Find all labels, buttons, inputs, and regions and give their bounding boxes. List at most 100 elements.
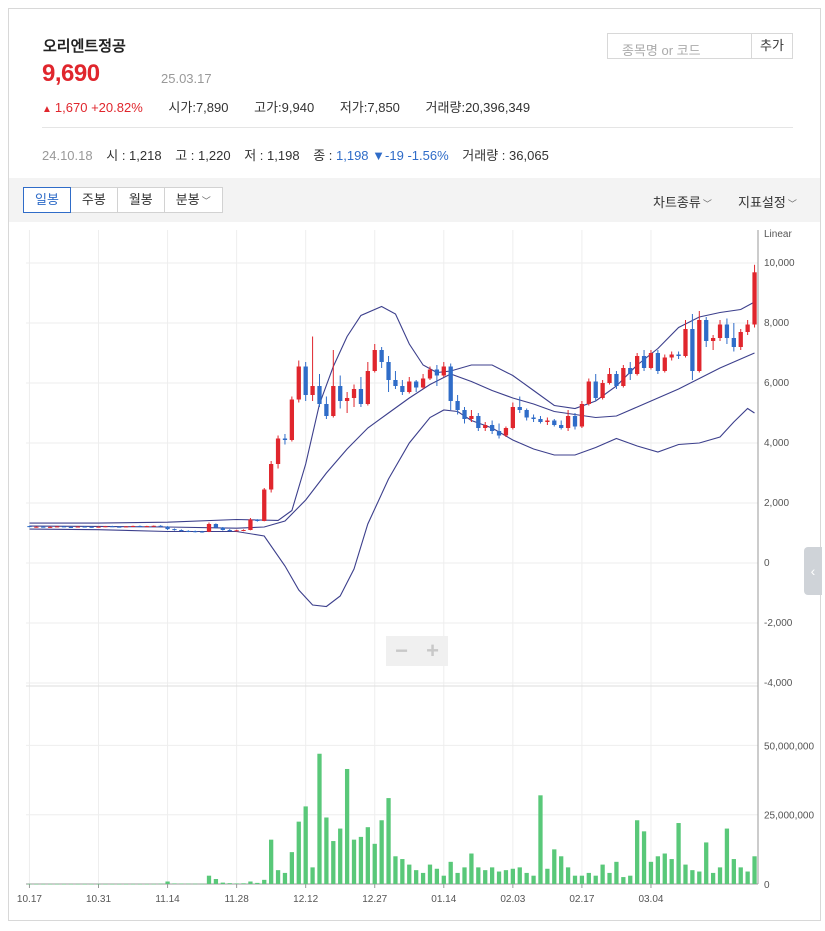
volume-bar bbox=[123, 883, 129, 885]
x-tick-label: 10.17 bbox=[17, 894, 42, 905]
candle-body bbox=[282, 438, 288, 440]
candle-body bbox=[669, 354, 674, 358]
volume-bar bbox=[414, 870, 419, 884]
candle-body bbox=[351, 389, 357, 398]
candle-body bbox=[586, 381, 591, 404]
volume-bar bbox=[717, 867, 723, 884]
volume-bar bbox=[641, 831, 647, 884]
volume-bar bbox=[75, 883, 80, 885]
volume-bar bbox=[48, 883, 53, 885]
candle-body bbox=[745, 324, 750, 332]
side-panel-toggle[interactable]: ‹ bbox=[804, 547, 822, 595]
candle-body bbox=[296, 366, 301, 400]
candle-body bbox=[213, 524, 219, 528]
candle-body bbox=[600, 383, 605, 398]
candle-body bbox=[34, 526, 39, 528]
candle-body bbox=[48, 526, 53, 528]
candle-body bbox=[358, 389, 364, 404]
volume-bar bbox=[151, 883, 156, 885]
volume-bar bbox=[427, 864, 433, 884]
volume-bar bbox=[137, 883, 143, 885]
volume-bar bbox=[344, 768, 350, 884]
stock-chart[interactable]: Linear 10,000 8,000 6,000 4,000 2,000 0 -2,000 -… bbox=[0, 0, 825, 931]
x-tick-label: 02.17 bbox=[569, 894, 594, 905]
volume-bar bbox=[89, 883, 94, 885]
volume-tick-label: 50,000,000 bbox=[764, 741, 814, 752]
bollinger-upper-line bbox=[29, 301, 755, 524]
candle-body bbox=[704, 320, 709, 341]
candle-body bbox=[621, 368, 626, 386]
volume-bar bbox=[303, 806, 308, 884]
x-tick-label: 11.28 bbox=[224, 894, 249, 905]
candle-body bbox=[96, 526, 101, 528]
volume-bar bbox=[697, 871, 702, 884]
volume-bar bbox=[310, 867, 315, 884]
zoom-control: − + bbox=[386, 636, 448, 666]
tab-daily[interactable]: 일봉 bbox=[23, 187, 71, 213]
volume-bar bbox=[186, 883, 191, 885]
volume-bar bbox=[41, 883, 46, 885]
candle-body bbox=[641, 356, 647, 368]
volume-bar bbox=[269, 839, 274, 884]
candle-body bbox=[462, 410, 467, 419]
volume-bar bbox=[179, 883, 184, 885]
volume-bar bbox=[206, 875, 212, 884]
volume-bar bbox=[331, 841, 336, 884]
candle-body bbox=[510, 407, 515, 428]
volume-bar bbox=[669, 859, 674, 884]
volume-bar bbox=[400, 859, 405, 884]
candle-body bbox=[683, 329, 688, 356]
candle-body bbox=[476, 416, 481, 428]
volume-bar bbox=[379, 820, 384, 884]
candle-body bbox=[130, 525, 136, 527]
candle-body bbox=[372, 350, 377, 371]
candle-body bbox=[303, 366, 308, 395]
candle-body bbox=[103, 526, 108, 528]
candle-body bbox=[110, 526, 115, 528]
y-tick-label: -2,000 bbox=[764, 618, 793, 629]
candle-body bbox=[338, 386, 343, 401]
zoom-out-button[interactable]: − bbox=[386, 636, 417, 666]
candle-body bbox=[206, 524, 212, 532]
volume-bar bbox=[621, 877, 626, 884]
x-tick-label: 12.27 bbox=[362, 894, 387, 905]
candle-body bbox=[434, 369, 440, 376]
volume-bar bbox=[538, 795, 543, 884]
volume-bar bbox=[731, 859, 736, 884]
candle-body bbox=[483, 425, 488, 428]
volume-bar bbox=[338, 828, 343, 884]
volume-bar bbox=[655, 856, 661, 884]
x-tick-label: 11.14 bbox=[155, 894, 180, 905]
volume-bar bbox=[704, 842, 709, 884]
volume-tick-label: 0 bbox=[764, 880, 770, 891]
volume-bar bbox=[579, 875, 585, 884]
candle-body bbox=[676, 354, 681, 356]
volume-tick-label: 25,000,000 bbox=[764, 811, 814, 822]
candle-body bbox=[662, 357, 667, 371]
volume-bar bbox=[752, 856, 757, 884]
volume-bar bbox=[559, 856, 564, 884]
volume-bar bbox=[420, 872, 426, 884]
candle-body bbox=[752, 272, 757, 325]
volume-bar bbox=[565, 867, 571, 884]
candle-body bbox=[503, 428, 509, 436]
candle-body bbox=[724, 324, 730, 338]
candle-body bbox=[54, 526, 60, 528]
x-tick-label: 01.14 bbox=[431, 894, 456, 905]
volume-bar bbox=[255, 882, 260, 884]
candle-body bbox=[317, 386, 322, 404]
candle-body bbox=[165, 526, 170, 530]
candle-body bbox=[614, 374, 619, 386]
volume-bar bbox=[496, 871, 502, 884]
candle-body bbox=[186, 530, 191, 532]
candle-body bbox=[579, 404, 585, 427]
candle-body bbox=[220, 527, 225, 530]
candle-body bbox=[227, 530, 232, 531]
candle-body bbox=[697, 320, 702, 371]
volume-bar bbox=[455, 872, 460, 884]
candle-body bbox=[89, 526, 94, 528]
volume-bar bbox=[552, 849, 557, 884]
candle-body bbox=[82, 526, 87, 528]
zoom-in-button[interactable]: + bbox=[417, 636, 448, 666]
volume-bar bbox=[234, 883, 239, 884]
